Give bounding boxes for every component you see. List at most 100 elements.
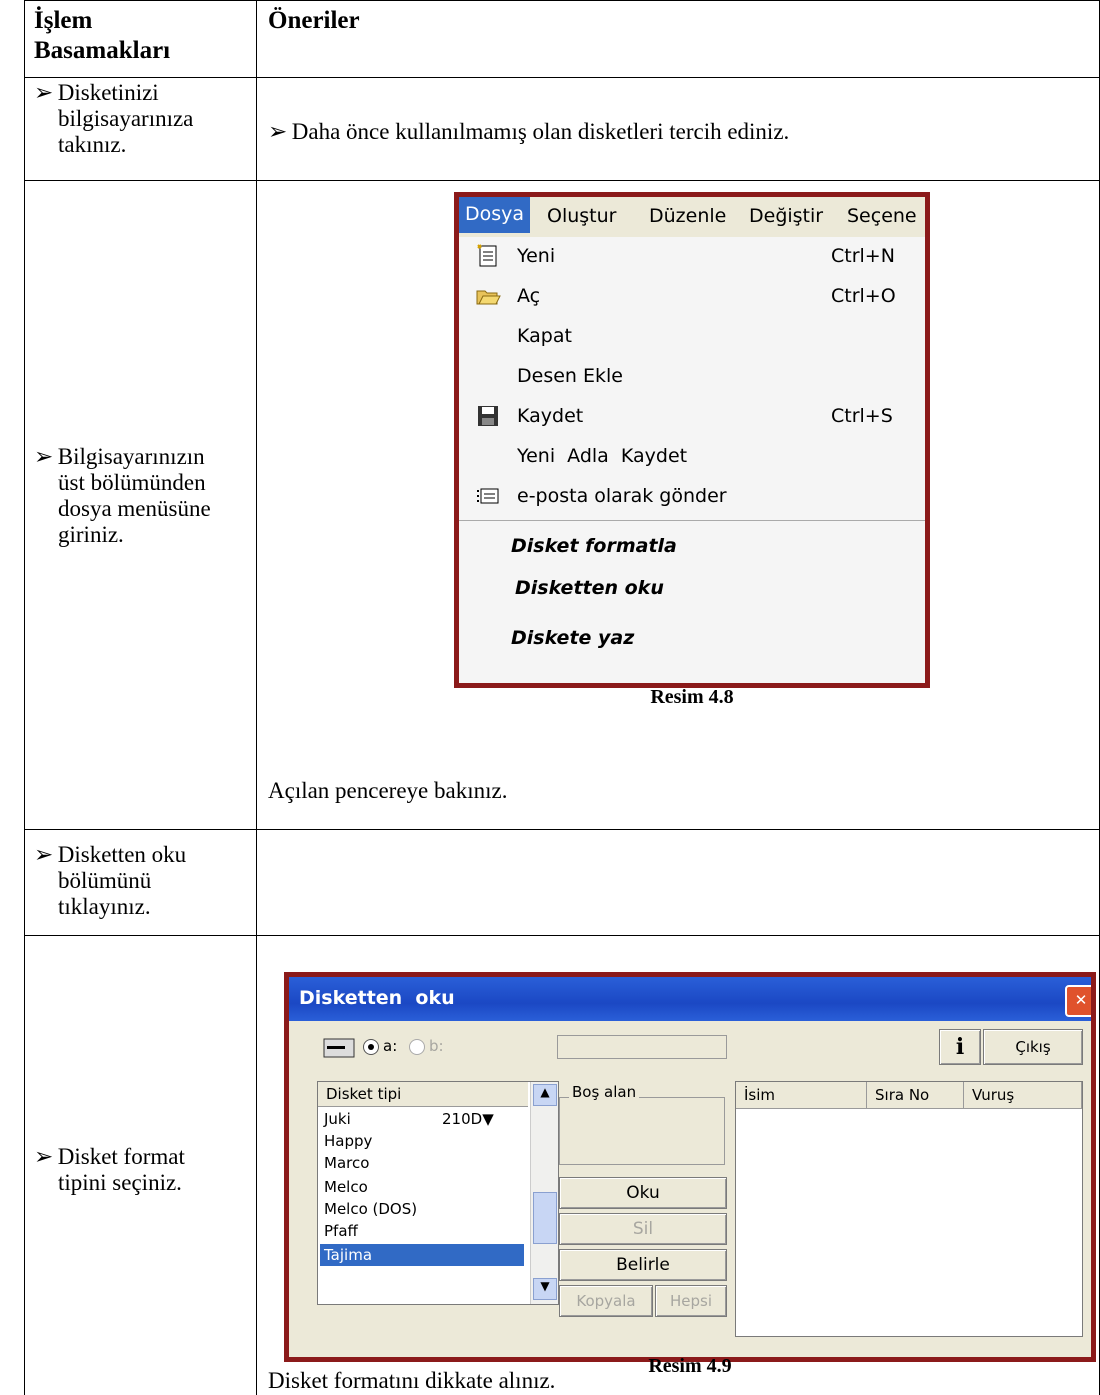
- juki-model: 210D▼: [442, 1110, 494, 1128]
- list-scrollbar[interactable]: ▲ ▼: [530, 1082, 558, 1304]
- all-button[interactable]: Hepsi: [655, 1285, 727, 1317]
- menu-item-disketten-oku[interactable]: Disketten oku: [459, 569, 925, 609]
- scroll-up-icon[interactable]: ▲: [533, 1084, 557, 1106]
- menu-item-label: Yeni Adla Kaydet: [517, 445, 688, 467]
- list-item[interactable]: Happy: [324, 1132, 372, 1150]
- table-row-divider: [24, 77, 1100, 78]
- figure-caption-4-8: Resim 4.8: [650, 686, 734, 708]
- path-field: [557, 1035, 727, 1059]
- column-header-vurus[interactable]: Vuruş: [964, 1082, 1082, 1109]
- info-button[interactable]: i: [939, 1029, 981, 1065]
- drive-b-radio[interactable]: [409, 1039, 425, 1055]
- drive-a-label: a:: [383, 1037, 398, 1055]
- drive-a-radio[interactable]: [363, 1039, 379, 1055]
- list-item[interactable]: Melco: [324, 1178, 368, 1196]
- file-list-panel[interactable]: İsim Sıra No Vuruş: [735, 1081, 1083, 1337]
- advice-1: ➢ Daha önce kullanılmamış olan disketler…: [268, 119, 789, 145]
- step-3-line2: bölümünü: [58, 868, 152, 893]
- header-steps-line1: İşlem: [34, 7, 93, 34]
- list-item[interactable]: Melco (DOS): [324, 1200, 417, 1218]
- step-3-line1: Disketten oku: [57, 842, 187, 867]
- menu-item-shortcut: Ctrl+O: [831, 285, 896, 307]
- close-icon[interactable]: ✕: [1065, 985, 1091, 1017]
- menu-item-label: Desen Ekle: [517, 365, 623, 387]
- define-button[interactable]: Belirle: [559, 1249, 727, 1281]
- scroll-thumb[interactable]: [533, 1192, 557, 1244]
- menu-item-shortcut: Ctrl+N: [831, 245, 895, 267]
- step-2-line4: giriniz.: [58, 522, 124, 547]
- menu-separator: [459, 520, 925, 521]
- table-row-divider: [24, 180, 1100, 181]
- note-4: Disket formatını dikkate alınız.: [268, 1368, 556, 1393]
- step-1: ➢ Disketinizi bilgisayarınıza takınız.: [34, 80, 193, 158]
- scroll-down-icon[interactable]: ▼: [533, 1278, 557, 1300]
- step-1-line2: bilgisayarınıza: [58, 106, 194, 131]
- menu-item-label: e-posta olarak gönder: [517, 485, 727, 507]
- menu-dropdown: Yeni Ctrl+N Aç Ctrl+O Kapat Desen Ekle K…: [459, 237, 925, 683]
- list-item[interactable]: Juki: [324, 1110, 351, 1128]
- dialog-titlebar: Disketten oku ✕: [289, 977, 1091, 1021]
- step-2-line2: üst bölümünden: [58, 470, 206, 495]
- table-column-divider: [256, 0, 257, 1395]
- step-1-line1: Disketinizi: [57, 80, 159, 105]
- column-header-isim[interactable]: İsim: [736, 1082, 867, 1109]
- file-menu-screenshot: Dosya Oluştur Düzenle Değiştir Seçene Ye…: [454, 192, 930, 688]
- menu-item-desen-ekle[interactable]: Desen Ekle: [459, 357, 925, 397]
- column-label: Sıra No: [875, 1086, 930, 1104]
- free-space-label: Boş alan: [569, 1083, 640, 1101]
- step-4-line2: tipini seçiniz.: [58, 1170, 182, 1195]
- email-icon: [477, 488, 499, 504]
- info-icon: i: [955, 1034, 965, 1060]
- juki-model-label: 210D: [442, 1110, 483, 1128]
- step-2-line1: Bilgisayarınızın: [57, 444, 205, 469]
- menu-item-label: Diskete yaz: [511, 627, 635, 649]
- open-folder-icon: [476, 290, 501, 305]
- menubar: Dosya Oluştur Düzenle Değiştir Seçene: [459, 197, 925, 237]
- column-header-sira-no[interactable]: Sıra No: [867, 1082, 964, 1109]
- menu-olustur[interactable]: Oluştur: [547, 205, 616, 227]
- list-header: Disket tipi: [318, 1082, 528, 1107]
- list-header-label: Disket tipi: [326, 1085, 402, 1103]
- copy-button[interactable]: Kopyala: [559, 1285, 653, 1317]
- drive-b-label: b:: [429, 1037, 444, 1055]
- menu-secenekler[interactable]: Seçene: [847, 205, 917, 227]
- arrow-bullet-icon: ➢: [268, 119, 288, 144]
- new-document-icon: [477, 244, 497, 267]
- menu-item-label: Yeni: [517, 245, 556, 267]
- menu-item-label: Kapat: [517, 325, 572, 347]
- advice-1-text: Daha önce kullanılmamış olan disketleri …: [291, 119, 790, 144]
- menu-item-yeni-adla-kaydet[interactable]: Yeni Adla Kaydet: [459, 437, 925, 477]
- list-item: Tajima: [324, 1246, 373, 1264]
- menu-item-disket-formatla[interactable]: Disket formatla: [459, 527, 925, 567]
- step-2-line3: dosya menüsüne: [58, 496, 211, 521]
- read-button[interactable]: Oku: [559, 1177, 727, 1209]
- menu-item-diskete-yaz[interactable]: Diskete yaz: [459, 619, 925, 659]
- note-2: Açılan pencereye bakınız.: [268, 778, 508, 803]
- list-item[interactable]: Marco: [324, 1154, 369, 1172]
- column-label: İsim: [744, 1086, 776, 1104]
- step-4-line1: Disket format: [57, 1144, 185, 1169]
- arrow-bullet-icon: ➢: [34, 80, 54, 105]
- menu-item-yeni[interactable]: Yeni Ctrl+N: [459, 237, 925, 277]
- floppy-drive-icon: [323, 1038, 355, 1058]
- menu-item-eposta[interactable]: e-posta olarak gönder: [459, 477, 925, 517]
- menu-item-kapat[interactable]: Kapat: [459, 317, 925, 357]
- menu-item-ac[interactable]: Aç Ctrl+O: [459, 277, 925, 317]
- menu-duzenle[interactable]: Düzenle: [649, 205, 726, 227]
- table-row-divider: [24, 829, 1100, 830]
- menu-degistir[interactable]: Değiştir: [749, 205, 823, 227]
- step-1-line3: takınız.: [58, 132, 127, 157]
- arrow-bullet-icon: ➢: [34, 842, 54, 867]
- step-4: ➢ Disket format tipini seçiniz.: [34, 1144, 185, 1196]
- step-3: ➢ Disketten oku bölümünü tıklayınız.: [34, 842, 186, 920]
- exit-button[interactable]: Çıkış: [983, 1029, 1083, 1065]
- free-space-group: [559, 1097, 725, 1165]
- dropdown-arrow-icon: ▼: [482, 1110, 494, 1128]
- list-item[interactable]: Pfaff: [324, 1222, 358, 1240]
- list-item-selected[interactable]: Tajima: [320, 1244, 524, 1266]
- menu-item-label: Aç: [517, 285, 541, 307]
- menu-dosya[interactable]: Dosya: [459, 197, 531, 233]
- disk-type-list[interactable]: Disket tipi Juki 210D▼ Happy Marco Melco…: [317, 1081, 559, 1305]
- delete-button[interactable]: Sil: [559, 1213, 727, 1245]
- menu-item-kaydet[interactable]: Kaydet Ctrl+S: [459, 397, 925, 437]
